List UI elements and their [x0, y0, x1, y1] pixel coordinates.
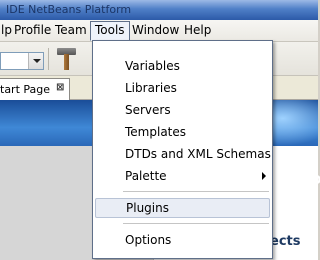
- menu-help[interactable]: Help: [180, 21, 215, 41]
- menu-item-servers[interactable]: Servers: [93, 100, 272, 120]
- tab-start-page[interactable]: tart Page ⊠: [0, 78, 70, 100]
- menu-item-plugins[interactable]: Plugins: [95, 198, 270, 218]
- configuration-combo[interactable]: [0, 52, 44, 70]
- submenu-arrow-icon: [262, 172, 266, 180]
- menu-item-label: Plugins: [126, 201, 169, 215]
- menu-item-label: Palette: [125, 169, 167, 183]
- menu-item-label: Options: [125, 233, 172, 247]
- menu-profile[interactable]: Profile: [10, 21, 55, 41]
- section-heading: ects: [270, 234, 301, 249]
- menu-team[interactable]: Team: [51, 21, 91, 41]
- menu-item-label: Libraries: [125, 81, 177, 95]
- menu-bar: lp Profile Team Tools Window Help: [0, 20, 318, 42]
- banner-heading: arn & D: [270, 173, 320, 187]
- window-title: IDE NetBeans Platform: [6, 3, 132, 16]
- menu-window[interactable]: Window: [128, 21, 183, 41]
- menu-item-libraries[interactable]: Libraries: [93, 78, 272, 98]
- tab-label: tart Page: [0, 83, 51, 96]
- menu-item-options[interactable]: Options: [93, 230, 272, 250]
- chevron-down-icon[interactable]: [28, 53, 43, 69]
- menu-item-label: Templates: [125, 125, 187, 139]
- menu-item-dtds-xml-schemas[interactable]: DTDs and XML Schemas: [93, 144, 272, 164]
- window-title-bar: IDE NetBeans Platform: [0, 0, 318, 20]
- hammer-icon[interactable]: [56, 48, 78, 70]
- menu-item-palette[interactable]: Palette: [93, 166, 272, 186]
- menu-item-templates[interactable]: Templates: [93, 122, 272, 142]
- toolbar-separator: [48, 48, 49, 70]
- menu-item-variables[interactable]: Variables: [93, 56, 272, 76]
- close-icon[interactable]: ⊠: [56, 82, 64, 93]
- menu-item-label: Variables: [125, 59, 180, 73]
- menu-separator: [123, 223, 269, 224]
- menu-tools[interactable]: Tools: [90, 21, 130, 41]
- tools-menu-dropdown: Variables Libraries Servers Templates DT…: [92, 40, 273, 259]
- menu-item-label: Servers: [125, 103, 171, 117]
- menu-item-label: DTDs and XML Schemas: [125, 147, 271, 161]
- menu-separator: [123, 191, 269, 192]
